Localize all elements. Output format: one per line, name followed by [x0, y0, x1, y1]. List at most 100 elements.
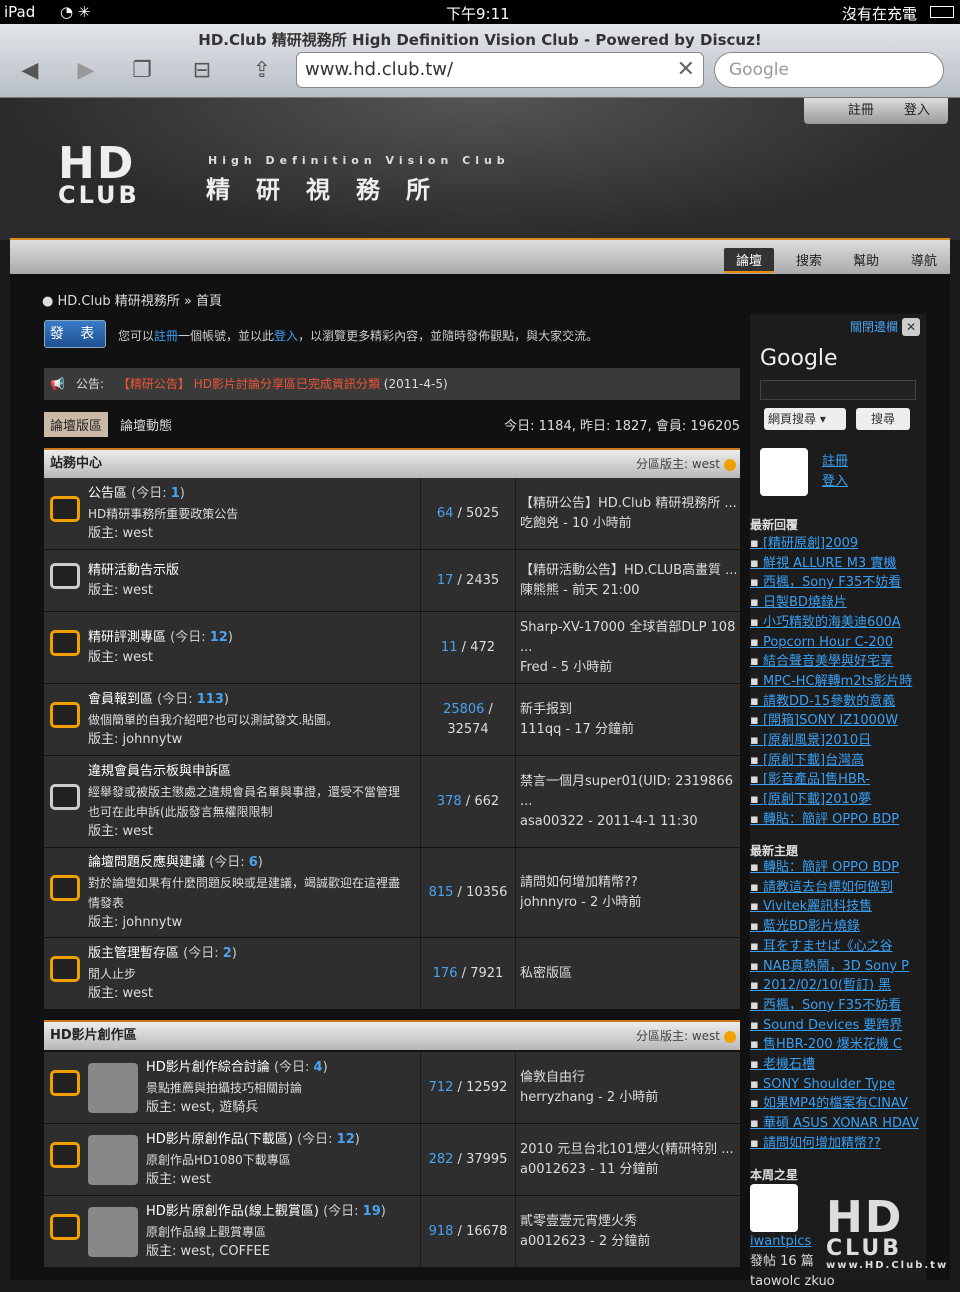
sidebar-thread-link[interactable]: [原創下載]2010夢 [750, 790, 926, 810]
last-post-meta[interactable]: Fred - 5 小時前 [520, 658, 742, 678]
sidebar-login-link[interactable]: 登入 [822, 472, 848, 492]
search-input[interactable]: Google [714, 52, 944, 88]
forum-name[interactable]: 違規會員告示板與申訴區 [88, 764, 231, 779]
announcement-link[interactable]: 【精研公告】 HD影片討論分享區已完成資訊分類 [118, 377, 380, 391]
forum-name[interactable]: HD影片原創作品(下載區) [146, 1132, 293, 1147]
sidebar-thread-link[interactable]: 售HBR-200 爆米花機 C [750, 1035, 926, 1055]
forum-row[interactable]: 公告區 (今日: 1) HD精研事務所重要政策公告 版主: west 64 / 502… [44, 478, 740, 550]
google-search-input[interactable] [760, 380, 916, 400]
forum-name[interactable]: 公告區 [88, 486, 127, 501]
last-post-meta[interactable]: herryzhang - 2 小時前 [520, 1088, 742, 1108]
login-inline-link[interactable]: 登入 [274, 329, 298, 343]
last-post-title[interactable]: 請問如何增加精幣?? [520, 873, 742, 893]
back-icon[interactable]: ◀ [12, 58, 48, 84]
sidebar-thread-link[interactable]: 西楓，Sony F35不妨看 [750, 573, 926, 593]
last-post-title[interactable]: Sharp-XV-17000 全球首部DLP 108 [520, 618, 742, 638]
last-post-title[interactable]: 2010 元旦台北101煙火(精研特別 ... [520, 1140, 742, 1160]
sidebar-thread-link[interactable]: 如果MP4的檔案有CINAV [750, 1094, 926, 1114]
sidebar-thread-link[interactable]: [影音產品]售HBR- [750, 770, 926, 790]
sidebar-register-link[interactable]: 註冊 [822, 452, 848, 472]
sidebar-thread-link[interactable]: 鮮視 ALLURE M3 實機 [750, 554, 926, 574]
nav-help[interactable]: 幫助 [853, 250, 879, 269]
last-post-meta[interactable]: 吃飽兇 - 10 小時前 [520, 514, 742, 534]
thread-count[interactable]: 918 [429, 1224, 454, 1239]
last-post-meta[interactable]: 陳熊熊 - 前天 21:00 [520, 581, 742, 601]
forum-row[interactable]: 論壇問題反應與建議 (今日: 6) 對於論壇如果有什麼問題反映或是建議，竭誠歡迎在… [44, 848, 740, 938]
forum-row[interactable]: HD影片原創作品(線上觀賞區) (今日: 19) 原創作品線上觀賞專區 版主: we… [44, 1196, 740, 1268]
forum-name[interactable]: 版主管理暫存區 [88, 946, 179, 961]
search-type-select[interactable]: 網頁搜尋 ▾ [764, 408, 846, 430]
nav-forum[interactable]: 論壇 [724, 248, 775, 273]
forum-name[interactable]: 會員報到區 [88, 692, 153, 707]
sidebar-thread-link[interactable]: NAB真熱鬧，3D Sony P [750, 957, 926, 977]
forum-row[interactable]: HD影片創作綜合討論 (今日: 4) 景點推薦與拍攝技巧相關討論 版主: west,… [44, 1052, 740, 1124]
sidebar-thread-link[interactable]: 結合聲音美學與好宅享 [750, 652, 926, 672]
forward-icon[interactable]: ▶ [68, 58, 104, 84]
sidebar-thread-link[interactable]: MPC-HC解轉m2ts影片時 [750, 672, 926, 692]
section-header[interactable]: 站務中心 分區版主: west [44, 448, 740, 478]
sidebar-thread-link[interactable]: 老機石槽 [750, 1055, 926, 1075]
thread-count[interactable]: 11 [441, 640, 458, 655]
sidebar-thread-link[interactable]: SONY Shoulder Type [750, 1075, 926, 1095]
forum-row[interactable]: 會員報到區 (今日: 113) 做個簡單的自我介紹吧?也可以測試發文.貼圖。 版主:… [44, 684, 740, 756]
sidebar-thread-link[interactable]: 請問如何增加精幣?? [750, 1134, 926, 1154]
last-post-meta[interactable]: johnnyro - 2 小時前 [520, 893, 742, 913]
last-post-meta[interactable]: asa00322 - 2011-4-1 11:30 [520, 812, 742, 832]
forum-name[interactable]: 精研評測專區 [88, 630, 166, 645]
sidebar-thread-link[interactable]: 日製BD燒錄片 [750, 593, 926, 613]
thread-count[interactable]: 282 [429, 1152, 454, 1167]
last-post-title[interactable]: 新手报到 [520, 700, 742, 720]
pages-icon[interactable]: ❐ [124, 58, 160, 84]
last-post-meta[interactable]: a0012623 - 11 分鐘前 [520, 1160, 742, 1180]
last-post-title[interactable]: 倫敦自由行 [520, 1068, 742, 1088]
sidebar-thread-link[interactable]: 華碩 ASUS XONAR HDAV [750, 1114, 926, 1134]
thread-count[interactable]: 712 [429, 1080, 454, 1095]
last-post-title[interactable]: 私密版區 [520, 964, 742, 984]
site-logo[interactable]: HD CLUB [58, 142, 140, 208]
thread-count[interactable]: 815 [429, 885, 454, 900]
sidebar-thread-link[interactable]: Popcorn Hour C-200 [750, 633, 926, 653]
sidebar-thread-link[interactable]: 2012/02/10(暫訂) 黑 [750, 976, 926, 996]
forum-row[interactable]: 精研活動告示版 版主: west 17 / 2435 【精研活動公告】HD.CLUB… [44, 550, 740, 612]
sidebar-thread-link[interactable]: [精研原創]2009 [750, 534, 926, 554]
close-sidebar-link[interactable]: 關閉邊欄 ✕ [850, 318, 920, 336]
register-inline-link[interactable]: 註冊 [154, 329, 178, 343]
google-search-button[interactable]: 搜尋 [856, 408, 910, 430]
sidebar-thread-link[interactable]: Vivitek麗訊科技售 [750, 897, 926, 917]
last-post-meta[interactable]: a0012623 - 2 分鐘前 [520, 1232, 742, 1252]
last-post-meta[interactable]: 111qq - 17 分鐘前 [520, 720, 742, 740]
login-link[interactable]: 登入 [904, 103, 930, 118]
sidebar-thread-link[interactable]: 請教DD-15參數的意義 [750, 692, 926, 712]
star-avatar[interactable] [750, 1184, 798, 1232]
forum-row[interactable]: 違規會員告示板與申訴區 經舉發或被版主懲處之違規會員名單與事證，還受不當管理 也可… [44, 756, 740, 848]
close-icon[interactable]: ✕ [902, 318, 920, 336]
star-user-link[interactable]: iwantpics [750, 1232, 835, 1252]
clear-icon[interactable]: ✕ [677, 53, 695, 87]
forum-row[interactable]: HD影片原創作品(下載區) (今日: 12) 原創作品HD1080下載專區 版主: … [44, 1124, 740, 1196]
breadcrumb-site[interactable]: HD.Club 精研視務所 [57, 294, 179, 309]
forum-name[interactable]: HD影片創作綜合討論 [146, 1060, 270, 1075]
last-post-title[interactable]: 貳零壹壹元宵煙火秀 [520, 1212, 742, 1232]
thread-count[interactable]: 17 [437, 573, 454, 588]
thread-count[interactable]: 176 [433, 966, 458, 981]
last-post-title[interactable]: 【精研活動公告】HD.CLUB高畫質 ... [520, 561, 742, 581]
post-button[interactable]: 發 表 [44, 320, 106, 348]
star-next[interactable]: taowolc zkuo [750, 1272, 835, 1292]
thread-count[interactable]: 378 [437, 794, 462, 809]
sidebar-thread-link[interactable]: 西楓，Sony F35不妨看 [750, 996, 926, 1016]
forum-row[interactable]: 版主管理暫存區 (今日: 2) 閒人止步 版主: west 176 / 7921 私密版… [44, 938, 740, 1010]
bookmarks-icon[interactable]: ⊟ [184, 58, 220, 84]
collapse-icon[interactable] [724, 1031, 736, 1043]
sidebar-thread-link[interactable]: Sound Devices 要跨界 [750, 1016, 926, 1036]
tab-forum-list[interactable]: 論壇版區 [44, 412, 109, 437]
tab-forum-activity[interactable]: 論壇動態 [120, 415, 172, 434]
sidebar-thread-link[interactable]: 小巧精致的海美迪600A [750, 613, 926, 633]
share-icon[interactable]: ⇪ [244, 58, 280, 84]
section-header[interactable]: HD影片創作區 分區版主: west [44, 1020, 740, 1050]
sidebar-thread-link[interactable]: [原創風景]2010日 [750, 731, 926, 751]
forum-row[interactable]: 精研評測專區 (今日: 12) 版主: west 11 / 472 Sharp-XV-… [44, 612, 740, 684]
last-post-title[interactable]: 禁言一個月super01(UID: 2319866 [520, 772, 742, 792]
forum-name[interactable]: 精研活動告示版 [88, 563, 179, 578]
forum-name[interactable]: 論壇問題反應與建議 [88, 855, 205, 870]
sidebar-thread-link[interactable]: 請教這去台標如何做到 [750, 878, 926, 898]
